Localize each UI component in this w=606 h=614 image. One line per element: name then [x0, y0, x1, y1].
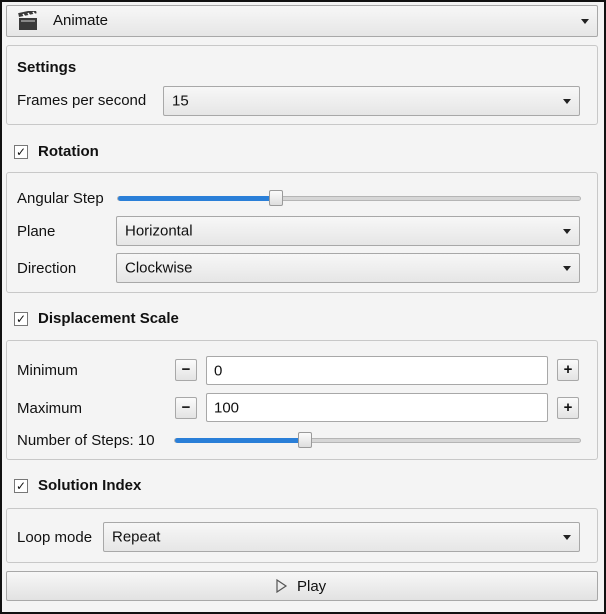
loop-mode-value: Repeat	[112, 528, 161, 546]
chevron-down-icon	[563, 266, 571, 271]
angular-step-handle[interactable]	[268, 190, 283, 206]
minimum-decrement-button[interactable]: −	[175, 359, 197, 381]
rotation-group: Angular Step Plane Horizontal Direction …	[6, 172, 598, 293]
plane-label: Plane	[17, 223, 56, 240]
minimum-input[interactable]: 0	[206, 356, 548, 385]
minimum-increment-button[interactable]: +	[557, 359, 579, 381]
maximum-increment-button[interactable]: +	[557, 397, 579, 419]
angular-step-label: Angular Step	[17, 190, 104, 207]
minimum-label: Minimum	[17, 362, 78, 379]
loop-mode-label: Loop mode	[17, 529, 93, 546]
rotation-label[interactable]: Rotation	[38, 143, 99, 160]
header-title: Animate	[53, 12, 109, 29]
displacement-group: Minimum − 0 + Maximum − 100 + Number of …	[6, 340, 598, 460]
solution-index-label[interactable]: Solution Index	[38, 477, 141, 494]
fps-label: Frames per second	[17, 92, 147, 109]
direction-dropdown[interactable]: Clockwise	[116, 253, 580, 283]
direction-value: Clockwise	[125, 259, 193, 277]
number-of-steps-fill	[175, 438, 306, 443]
settings-group: Settings Frames per second 15	[6, 45, 598, 125]
solution-group: Loop mode Repeat	[6, 508, 598, 563]
play-icon	[274, 578, 288, 594]
chevron-down-icon	[563, 229, 571, 234]
loop-mode-dropdown[interactable]: Repeat	[103, 522, 580, 552]
settings-heading: Settings	[17, 59, 77, 76]
plane-value: Horizontal	[125, 222, 193, 240]
maximum-value: 100	[214, 399, 240, 416]
angular-step-fill	[118, 196, 276, 201]
chevron-down-icon	[563, 99, 571, 104]
chevron-down-icon	[563, 535, 571, 540]
direction-label: Direction	[17, 260, 77, 277]
rotation-checkbox[interactable]: ✓	[14, 145, 28, 159]
maximum-decrement-button[interactable]: −	[175, 397, 197, 419]
play-button[interactable]: Play	[6, 571, 598, 601]
solution-index-checkbox[interactable]: ✓	[14, 479, 28, 493]
maximum-input[interactable]: 100	[206, 393, 548, 422]
number-of-steps-label: Number of Steps: 10	[17, 432, 155, 449]
minimum-value: 0	[214, 362, 223, 379]
clapperboard-icon	[17, 9, 39, 31]
number-of-steps-slider[interactable]	[174, 432, 581, 448]
plane-dropdown[interactable]: Horizontal	[116, 216, 580, 246]
fps-value: 15	[172, 92, 189, 110]
displacement-scale-label[interactable]: Displacement Scale	[38, 310, 179, 327]
angular-step-slider[interactable]	[117, 190, 581, 206]
chevron-down-icon	[581, 19, 589, 24]
play-label: Play	[297, 578, 327, 595]
number-of-steps-handle[interactable]	[298, 432, 313, 448]
displacement-scale-checkbox[interactable]: ✓	[14, 312, 28, 326]
maximum-label: Maximum	[17, 400, 83, 417]
fps-dropdown[interactable]: 15	[163, 86, 580, 116]
animate-dropdown[interactable]: Animate	[6, 5, 598, 37]
